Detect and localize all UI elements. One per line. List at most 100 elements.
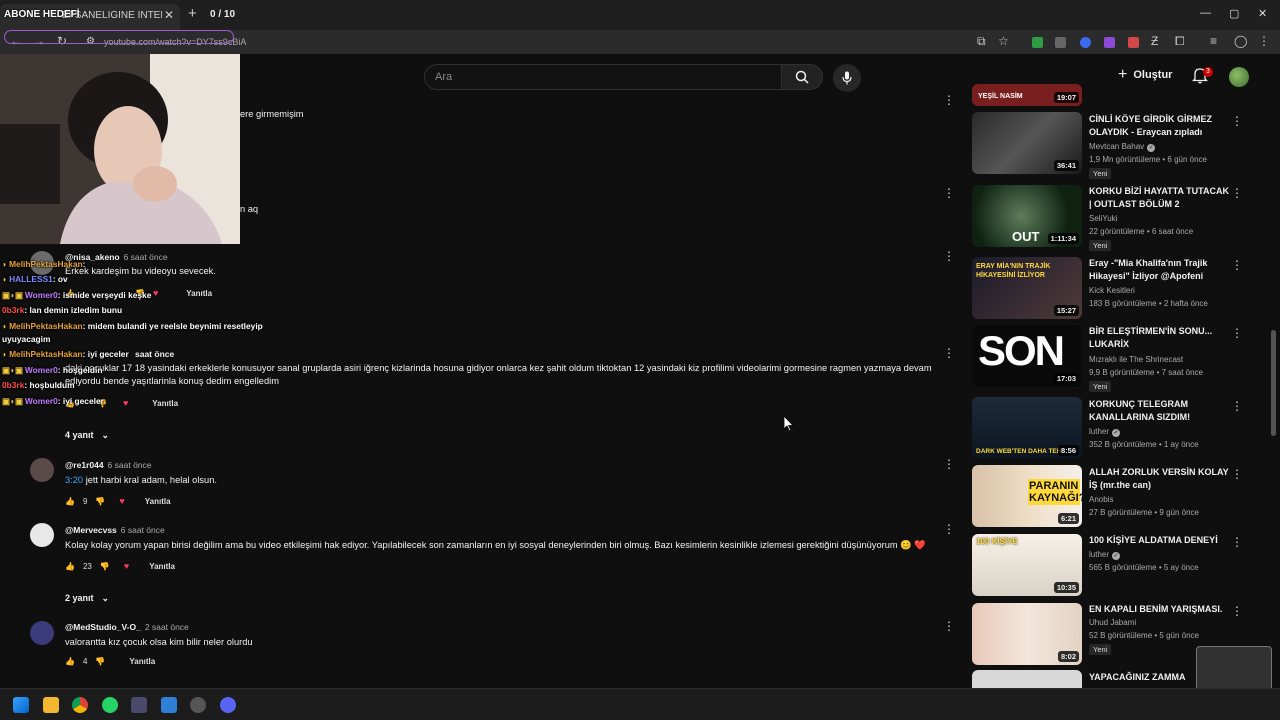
photos-icon[interactable] [161, 697, 177, 713]
obs-icon[interactable] [190, 697, 206, 713]
reply-button[interactable]: Yanıtla [145, 497, 171, 506]
minimize-icon[interactable]: — [1200, 7, 1211, 19]
channel-name[interactable]: SeliYuki [1089, 214, 1117, 223]
chat-message: ◗ HALLESS1: ov [2, 274, 68, 284]
new-badge: Yeni [1089, 644, 1112, 655]
chat-badge-icon: ▣◗▣ [2, 396, 23, 406]
video-title[interactable]: BİR ELEŞTİRMEN'İN SONU... LUKARİX [1089, 325, 1229, 351]
thumbnail-text: YEŞİL NASİM [978, 93, 1023, 100]
video-title[interactable]: EN KAPALI BENİM YARIŞMASI. [1089, 603, 1229, 616]
timestamp-link[interactable]: 3:20 [65, 475, 83, 485]
video-thumbnail[interactable]: DARK WEB'TEN DAHA TEH 8:56 [972, 397, 1082, 459]
media-control-icon[interactable]: ≡ [1210, 34, 1217, 48]
extension-gray-icon[interactable] [1055, 37, 1066, 48]
show-replies-button[interactable]: 2 yanıt ⌄ [65, 593, 109, 604]
channel-name[interactable]: Anobis [1089, 495, 1113, 504]
video-thumbnail[interactable]: 8:02 [972, 603, 1082, 665]
like-icon[interactable]: 👍 [65, 562, 75, 571]
comment-author[interactable]: @Mervecvss 6 saat önce [65, 525, 165, 535]
comment-author[interactable]: @re1r044 6 saat önce [65, 460, 152, 470]
extensions-puzzle-icon[interactable]: ⧠ [1175, 34, 1185, 49]
reply-button[interactable]: Yanıtla [152, 399, 178, 408]
comment-menu-icon[interactable]: ⋮ [943, 347, 955, 359]
bookmark-star-icon[interactable]: ☆ [998, 34, 1009, 48]
comment-actions: 👍 9 👎 ♥ Yanıtla [65, 496, 171, 506]
capture-app-icon[interactable] [131, 697, 147, 713]
reply-button[interactable]: Yanıtla [129, 657, 155, 666]
comment-menu-icon[interactable]: ⋮ [943, 250, 955, 262]
channel-name[interactable]: luther ✓ [1089, 427, 1121, 437]
video-menu-icon[interactable]: ⋮ [1231, 604, 1243, 618]
avatar[interactable] [30, 523, 54, 547]
dislike-icon[interactable]: 👎 [95, 497, 105, 506]
reply-button[interactable]: Yanıtla [149, 562, 175, 571]
create-button[interactable]: + Oluştur [1118, 66, 1172, 84]
chrome-icon[interactable] [72, 697, 88, 713]
new-tab-icon[interactable]: + [188, 5, 197, 22]
video-title[interactable]: Eray -"Mia Khalifa'nın Trajik Hikayesi" … [1089, 257, 1229, 283]
video-title[interactable]: ALLAH ZORLUK VERSİN KOLAY İŞ (mr.the can… [1089, 466, 1229, 492]
channel-name[interactable]: luther ✓ [1089, 550, 1121, 560]
video-thumbnail[interactable]: YEŞİL NASİM 19:07 [972, 84, 1082, 106]
video-menu-icon[interactable]: ⋮ [1231, 326, 1243, 340]
close-window-icon[interactable]: ✕ [1258, 7, 1267, 20]
chevron-down-icon: ⌄ [101, 593, 110, 603]
browser-menu-icon[interactable]: ⋮ [1258, 34, 1270, 48]
page-scrollbar[interactable] [1271, 330, 1276, 436]
avatar[interactable] [30, 621, 54, 645]
file-explorer-icon[interactable] [43, 697, 59, 713]
reply-button[interactable]: Yanıtla [186, 289, 212, 298]
video-title[interactable]: KORKUNÇ TELEGRAM KANALLARINA SIZDIM! [1089, 398, 1229, 424]
comment-menu-icon[interactable]: ⋮ [943, 620, 955, 632]
video-menu-icon[interactable]: ⋮ [1231, 535, 1243, 549]
video-thumbnail[interactable]: OUT 1:11:34 [972, 185, 1082, 247]
extension-purple-icon[interactable] [1104, 37, 1115, 48]
video-menu-icon[interactable]: ⋮ [1231, 399, 1243, 413]
video-thumbnail[interactable]: ERAY MİA'NIN TRAJİK HİKAYESİNİ İZLİYOR 1… [972, 257, 1082, 319]
close-tab-icon[interactable]: ✕ [164, 8, 174, 22]
comment-menu-icon[interactable]: ⋮ [943, 523, 955, 535]
comment-author[interactable]: @MedStudio_V-O_ 2 saat önce [65, 622, 189, 632]
profile-icon[interactable]: ◯ [1234, 34, 1247, 48]
video-title[interactable]: CİNLİ KÖYE GİRDİK GİRMEZ OLAYDIK - Erayc… [1089, 113, 1229, 139]
extension-z-icon[interactable]: Ƶ [1151, 34, 1158, 48]
discord-icon[interactable] [220, 697, 236, 713]
whatsapp-icon[interactable] [102, 697, 118, 713]
channel-name[interactable]: Kick Kesitleri [1089, 286, 1135, 295]
video-thumbnail[interactable]: 36:41 [972, 112, 1082, 174]
channel-name[interactable]: Uhud Jabami [1089, 618, 1136, 627]
video-title[interactable]: 100 KİŞİYE ALDATMA DENEYİ [1089, 534, 1229, 547]
video-menu-icon[interactable]: ⋮ [1231, 186, 1243, 200]
channel-name[interactable]: Mevtcan Bahav ✓ [1089, 142, 1156, 152]
chat-text: uyuyacagim [2, 334, 51, 344]
comment-menu-icon[interactable]: ⋮ [943, 187, 955, 199]
video-thumbnail[interactable]: 100 KİŞİYE 10:35 [972, 534, 1082, 596]
comment-menu-icon[interactable]: ⋮ [943, 458, 955, 470]
search-input[interactable]: Ara [424, 64, 782, 90]
search-button[interactable] [781, 64, 823, 90]
show-replies-button[interactable]: 4 yanıt ⌄ [65, 430, 109, 441]
comment-menu-icon[interactable]: ⋮ [943, 94, 955, 106]
voice-search-button[interactable] [833, 64, 861, 92]
taskbar [0, 688, 1280, 720]
maximize-icon[interactable]: ▢ [1229, 7, 1239, 20]
windows-start-icon[interactable] [13, 697, 29, 713]
account-avatar[interactable] [1229, 67, 1249, 87]
like-icon[interactable]: 👍 [65, 497, 75, 506]
video-menu-icon[interactable]: ⋮ [1231, 114, 1243, 128]
video-thumbnail[interactable] [972, 670, 1082, 688]
video-title[interactable]: KORKU BİZİ HAYATTA TUTACAK | OUTLAST BÖL… [1089, 185, 1229, 211]
video-thumbnail[interactable]: SON 17:03 [972, 325, 1082, 387]
extension-green-icon[interactable] [1032, 37, 1043, 48]
extension-blue-icon[interactable] [1080, 37, 1091, 48]
video-thumbnail[interactable]: PARANIN KAYNAĞI? 6:21 [972, 465, 1082, 527]
like-icon[interactable]: 👍 [65, 657, 75, 666]
extension-red-icon[interactable] [1128, 37, 1139, 48]
install-icon[interactable]: ⧉ [977, 34, 986, 49]
channel-name[interactable]: Mızraklı ile The Shrinecast [1089, 355, 1183, 364]
dislike-icon[interactable]: 👎 [95, 657, 105, 666]
avatar[interactable] [30, 458, 54, 482]
video-menu-icon[interactable]: ⋮ [1231, 258, 1243, 272]
video-menu-icon[interactable]: ⋮ [1231, 467, 1243, 481]
dislike-icon[interactable]: 👎 [100, 562, 110, 571]
